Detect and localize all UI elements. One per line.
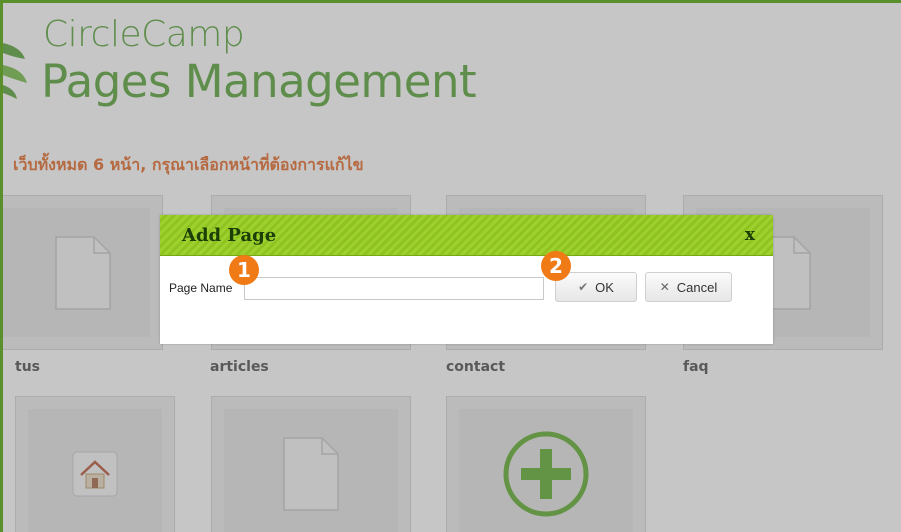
dialog-header: Add Page x (160, 215, 773, 256)
dialog-title: Add Page (182, 225, 277, 246)
step-marker-2: 2 (541, 251, 571, 281)
ok-button[interactable]: ✔ OK (555, 272, 637, 302)
page-name-input[interactable] (244, 277, 544, 300)
close-button[interactable]: x (745, 225, 755, 245)
page-name-label: Page Name (169, 281, 233, 295)
cancel-button[interactable]: ✕ Cancel (645, 272, 732, 302)
check-icon: ✔ (578, 280, 589, 294)
step-marker-1: 1 (229, 255, 259, 285)
close-icon: ✕ (659, 280, 670, 294)
app-frame: CircleCamp Pages Management เว็บทั้งหมด … (0, 0, 901, 532)
cancel-button-label: Cancel (676, 279, 718, 295)
ok-button-label: OK (595, 279, 614, 295)
